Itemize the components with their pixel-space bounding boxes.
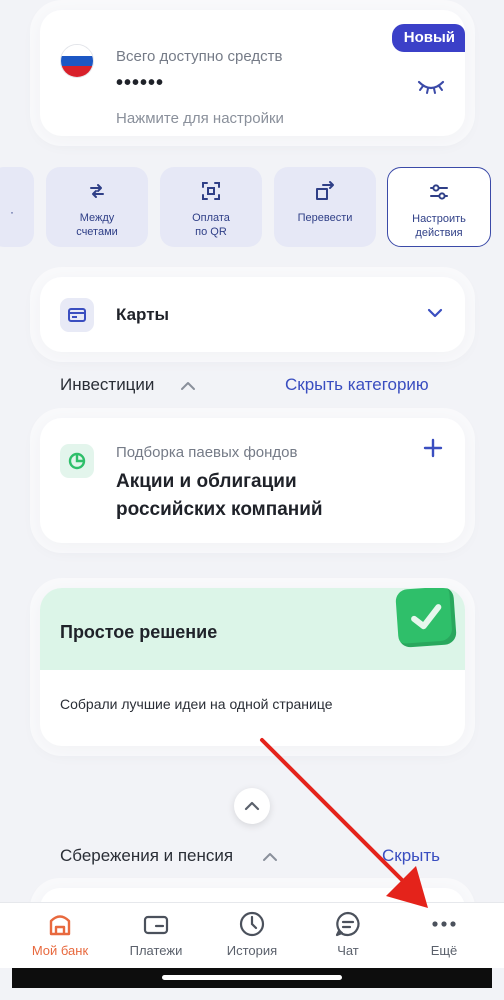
transfer-arrows-icon	[90, 184, 104, 198]
cards-label: Карты	[116, 305, 170, 324]
quick-actions: · Между счетами Оплата по QR Перевести Н…	[0, 167, 504, 247]
action-label: Перевести	[297, 212, 353, 224]
fund-title: Акции и облигации российских компаний	[116, 468, 323, 524]
nav-chat[interactable]: Чат	[300, 903, 396, 969]
simple-solution-title: Простое решение	[60, 622, 218, 642]
chevron-up-icon[interactable]	[262, 852, 278, 862]
new-badge: Новый	[391, 24, 465, 52]
action-label: Настроить действия	[412, 213, 466, 239]
hidden-eye-icon[interactable]	[417, 78, 445, 96]
cards-row[interactable]: Карты	[40, 277, 465, 352]
more-dots-icon	[432, 921, 456, 927]
plus-icon[interactable]	[423, 438, 443, 458]
hide-savings-link[interactable]: Скрыть	[382, 846, 440, 866]
nav-history[interactable]: История	[204, 903, 300, 969]
nav-label: Ещё	[430, 943, 458, 958]
simple-solution-description: Собрали лучшие идеи на одной странице	[60, 696, 333, 712]
send-money-icon	[316, 181, 334, 200]
action-label: Между счетами	[76, 212, 118, 238]
nav-label: Мой банк	[31, 943, 89, 958]
action-pay-qr[interactable]: Оплата по QR	[160, 167, 262, 247]
nav-label: История	[226, 943, 278, 958]
nav-payments[interactable]: Платежи	[108, 903, 204, 969]
investments-title: Инвестиции	[60, 375, 155, 394]
settings-sliders-icon	[430, 184, 448, 200]
balance-masked-value: ••••••	[116, 72, 165, 94]
home-icon	[49, 915, 71, 936]
investment-fund-card[interactable]: Подборка паевых фондов Акции и облигации…	[40, 418, 465, 543]
wallet-icon	[143, 915, 169, 935]
home-indicator[interactable]	[162, 975, 342, 980]
action-partial-left[interactable]: ·	[0, 167, 34, 247]
fund-title-line2: российских компаний	[116, 499, 323, 520]
action-label: Оплата по QR	[192, 212, 230, 238]
nav-label: Чат	[337, 943, 359, 958]
balance-title: Всего доступно средств	[116, 48, 283, 65]
fund-subtitle: Подборка паевых фондов	[116, 444, 298, 461]
action-customize[interactable]: Настроить действия	[387, 167, 491, 247]
fund-title-line1: Акции и облигации	[116, 471, 297, 492]
nav-my-bank[interactable]: Мой банк	[12, 903, 108, 969]
nav-label: Платежи	[129, 943, 183, 958]
bottom-navigation: Мой банк Платежи История Чат Ещё	[0, 902, 504, 968]
simple-solution-card[interactable]: Простое решение Собрали лучшие идеи на о…	[40, 588, 465, 746]
pie-chart-icon	[60, 444, 94, 478]
chevron-down-icon[interactable]	[427, 307, 443, 319]
chevron-up-icon	[244, 801, 260, 811]
scroll-up-button[interactable]	[234, 788, 270, 824]
chat-icon	[335, 911, 360, 937]
balance-hint: Нажмите для настройки	[116, 110, 284, 127]
clock-icon	[239, 911, 265, 937]
hide-category-link[interactable]: Скрыть категорию	[285, 375, 429, 395]
action-send[interactable]: Перевести	[274, 167, 376, 247]
qr-scan-icon	[202, 182, 220, 200]
russia-flag-icon	[60, 44, 94, 78]
action-between-accounts[interactable]: Между счетами	[46, 167, 148, 247]
checkmark-icon	[395, 588, 457, 648]
balance-card[interactable]: Новый Всего доступно средств •••••• Нажм…	[40, 10, 465, 136]
savings-title: Сбережения и пенсия	[60, 846, 234, 865]
chevron-up-icon[interactable]	[180, 381, 196, 391]
card-icon	[60, 298, 94, 332]
nav-more[interactable]: Ещё	[396, 903, 492, 969]
